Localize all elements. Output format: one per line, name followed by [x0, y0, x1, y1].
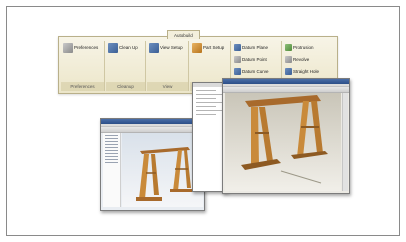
cad-window-left: [100, 118, 205, 211]
part-setup-icon: [192, 42, 202, 53]
part-setup-button-label: Part Setup: [203, 45, 225, 50]
datum-point-button-label: Datum Point: [242, 57, 267, 62]
revolve-button[interactable]: Revolve: [285, 55, 335, 64]
clean-up-icon: [108, 42, 118, 53]
model-tree: [103, 133, 121, 207]
straight-hole-button[interactable]: Straight Hole: [285, 67, 335, 76]
datum-plane-button-label: Datum Plane: [242, 45, 269, 50]
ribbon-group-label-preferences: Preferences: [61, 82, 104, 91]
preferences-button[interactable]: Preferences: [63, 42, 102, 53]
preferences-button-label: Preferences: [74, 45, 99, 50]
datum-curve-button[interactable]: Datum Curve: [234, 67, 279, 76]
view-setup-button-label: View Setup: [160, 45, 183, 50]
model-viewport-right[interactable]: [225, 93, 341, 191]
ribbon-group-label-view: View: [147, 82, 188, 91]
ribbon-group-cleanup: Clean Up Cleanup: [106, 41, 146, 91]
model-viewport[interactable]: [122, 133, 203, 207]
clean-up-button[interactable]: Clean Up: [108, 42, 143, 53]
view-setup-button[interactable]: View Setup: [149, 42, 186, 53]
ribbon-group-label-cleanup: Cleanup: [106, 82, 145, 91]
view-setup-icon: [149, 42, 159, 53]
datum-point-button[interactable]: Datum Point: [234, 55, 279, 64]
revolve-icon: [285, 56, 292, 63]
datum-plane-icon: [234, 44, 241, 51]
part-setup-button[interactable]: Part Setup: [192, 42, 228, 53]
protrusion-icon: [285, 44, 292, 51]
ribbon-tab-autobuild[interactable]: Autobuild: [167, 30, 200, 39]
datum-curve-button-label: Datum Curve: [242, 69, 269, 74]
protrusion-button[interactable]: Protrusion: [285, 43, 335, 52]
cad-window-right: [222, 78, 350, 194]
straight-hole-button-label: Straight Hole: [293, 69, 320, 74]
window-scrollbar[interactable]: [342, 93, 348, 191]
preferences-icon: [63, 42, 73, 53]
protrusion-button-label: Protrusion: [293, 45, 314, 50]
datum-plane-button[interactable]: Datum Plane: [234, 43, 279, 52]
straight-hole-icon: [285, 68, 292, 75]
gantry-model-right: [241, 95, 328, 184]
ribbon-group-view: View Setup View: [147, 41, 189, 91]
datum-point-icon: [234, 56, 241, 63]
datum-curve-icon: [234, 68, 241, 75]
revolve-button-label: Revolve: [293, 57, 310, 62]
clean-up-button-label: Clean Up: [119, 45, 138, 50]
ribbon-group-preferences: Preferences Preferences: [61, 41, 105, 91]
